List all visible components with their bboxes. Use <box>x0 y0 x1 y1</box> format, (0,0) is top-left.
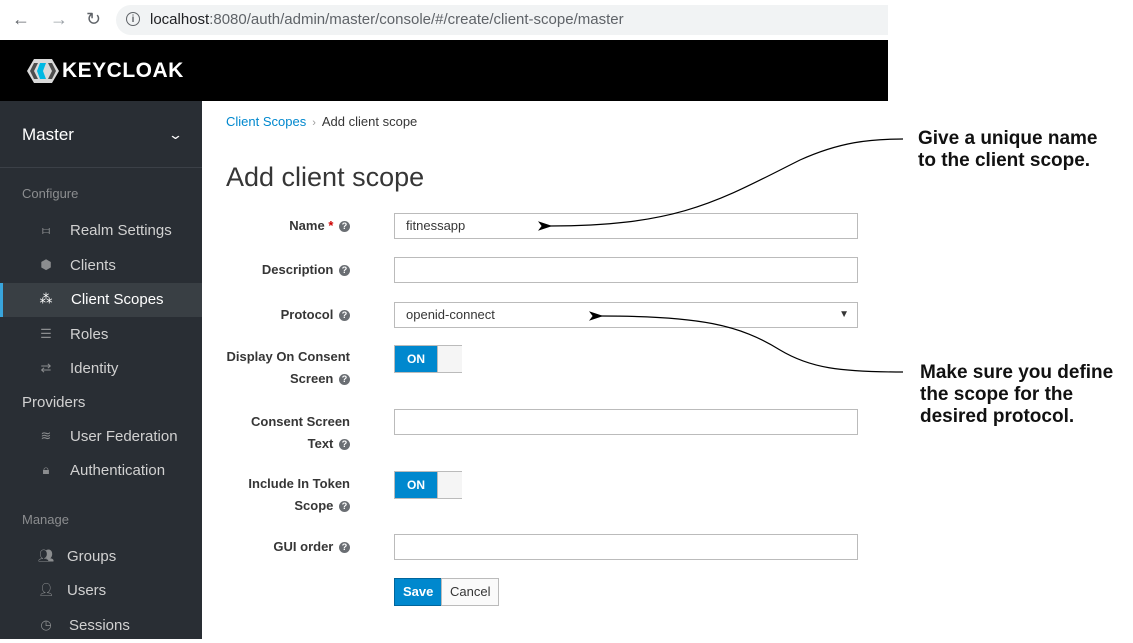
address-bar[interactable]: i localhost:8080/auth/admin/master/conso… <box>116 5 888 35</box>
realm-name: Master <box>22 125 74 144</box>
display-consent-toggle[interactable]: ON <box>394 345 462 373</box>
cube-icon: ⬢ <box>40 257 52 272</box>
display-consent-label: Display On Consent Screen ? <box>226 349 350 386</box>
sidebar-item-groups[interactable]: 👥︎ Groups <box>0 540 202 574</box>
help-icon[interactable]: ? <box>339 310 350 322</box>
include-token-label: Include In Token Scope ? <box>248 476 350 513</box>
app-header: KEYCLOAK <box>0 40 888 101</box>
sidebar-item-identity-providers[interactable]: ⇄ Identity Providers <box>0 352 202 420</box>
help-icon[interactable]: ? <box>339 439 350 451</box>
users-icon: 👥︎ <box>38 548 55 563</box>
exchange-icon: ⇄ <box>40 360 52 375</box>
sidebar-item-sessions[interactable]: ◷ Sessions <box>0 609 202 643</box>
breadcrumb-current: Add client scope <box>321 114 418 129</box>
user-icon: 👤︎ <box>38 582 55 597</box>
sidebar-item-authentication[interactable]: 🔒︎ Authentication <box>0 454 202 488</box>
help-icon[interactable]: ? <box>339 374 350 386</box>
page-title: Add client scope <box>226 162 425 192</box>
help-icon[interactable]: ? <box>339 221 350 233</box>
back-arrow-icon[interactable]: ← <box>12 9 30 29</box>
dropdown-arrow-icon: ▼ <box>839 309 849 320</box>
breadcrumb: Client Scopes › Add client scope <box>226 114 417 129</box>
sidebar-item-user-federation[interactable]: ≋ User Federation <box>0 420 202 454</box>
help-icon[interactable]: ? <box>339 265 350 277</box>
gui-order-input[interactable] <box>394 534 858 560</box>
keycloak-logo[interactable]: KEYCLOAK <box>26 58 184 84</box>
name-annotation: Give a unique name to the client scope. <box>918 128 1098 171</box>
description-label: Description ? <box>262 259 350 281</box>
logo-text: KEYCLOAK <box>62 59 184 82</box>
sidebar-item-client-scopes[interactable]: ⁂ Client Scopes <box>0 283 202 317</box>
sidebar-item-realm-settings[interactable]: ⧦ Realm Settings <box>0 214 202 248</box>
protocol-select[interactable]: openid-connect ▼ <box>394 302 858 328</box>
sidebar-item-roles[interactable]: ☰ Roles <box>0 318 202 352</box>
sidebar: Master ⌄ Configure ⧦ Realm Settings ⬢ Cl… <box>0 101 202 639</box>
help-icon[interactable]: ? <box>339 542 350 554</box>
browser-toolbar: ← → ↻ i localhost:8080/auth/admin/master… <box>0 0 888 41</box>
url-text: localhost:8080/auth/admin/master/console… <box>150 11 624 28</box>
include-token-toggle[interactable]: ON <box>394 471 462 499</box>
save-button[interactable]: Save <box>394 578 443 606</box>
section-title-configure: Configure <box>22 186 79 201</box>
protocol-label: Protocol ? <box>281 304 350 326</box>
help-icon[interactable]: ? <box>339 501 350 513</box>
breadcrumb-client-scopes-link[interactable]: Client Scopes <box>226 114 306 129</box>
description-input[interactable] <box>394 257 858 283</box>
name-label: Name * ? <box>289 215 350 237</box>
section-title-manage: Manage <box>22 512 69 527</box>
keycloak-logo-icon <box>26 58 60 84</box>
name-input[interactable]: fitnessapp <box>394 213 858 239</box>
breadcrumb-separator: › <box>312 117 316 129</box>
info-icon[interactable]: i <box>126 12 140 26</box>
sliders-icon: ⧦ <box>41 222 51 237</box>
list-icon: ☰ <box>40 326 52 341</box>
sidebar-item-clients[interactable]: ⬢ Clients <box>0 249 202 283</box>
forward-arrow-icon[interactable]: → <box>50 9 68 29</box>
chevron-down-icon: ⌄ <box>167 127 184 142</box>
protocol-annotation: Make sure you define the scope for the des… <box>920 362 1114 427</box>
realm-selector[interactable]: Master ⌄ <box>0 101 202 168</box>
reload-icon[interactable]: ↻ <box>86 9 101 29</box>
cancel-button[interactable]: Cancel <box>441 578 500 606</box>
database-icon: ≋ <box>40 428 52 443</box>
main-content: Client Scopes › Add client scope Add clien… <box>202 101 888 639</box>
lock-icon: 🔒︎ <box>42 462 50 477</box>
cubes-icon: ⁂ <box>39 291 53 306</box>
clock-icon: ◷ <box>40 617 52 632</box>
consent-text-label: Consent Screen Text ? <box>251 414 350 451</box>
consent-text-input[interactable] <box>394 409 858 435</box>
gui-order-label: GUI order ? <box>273 536 350 558</box>
sidebar-item-users[interactable]: 👤︎ Users <box>0 574 202 608</box>
